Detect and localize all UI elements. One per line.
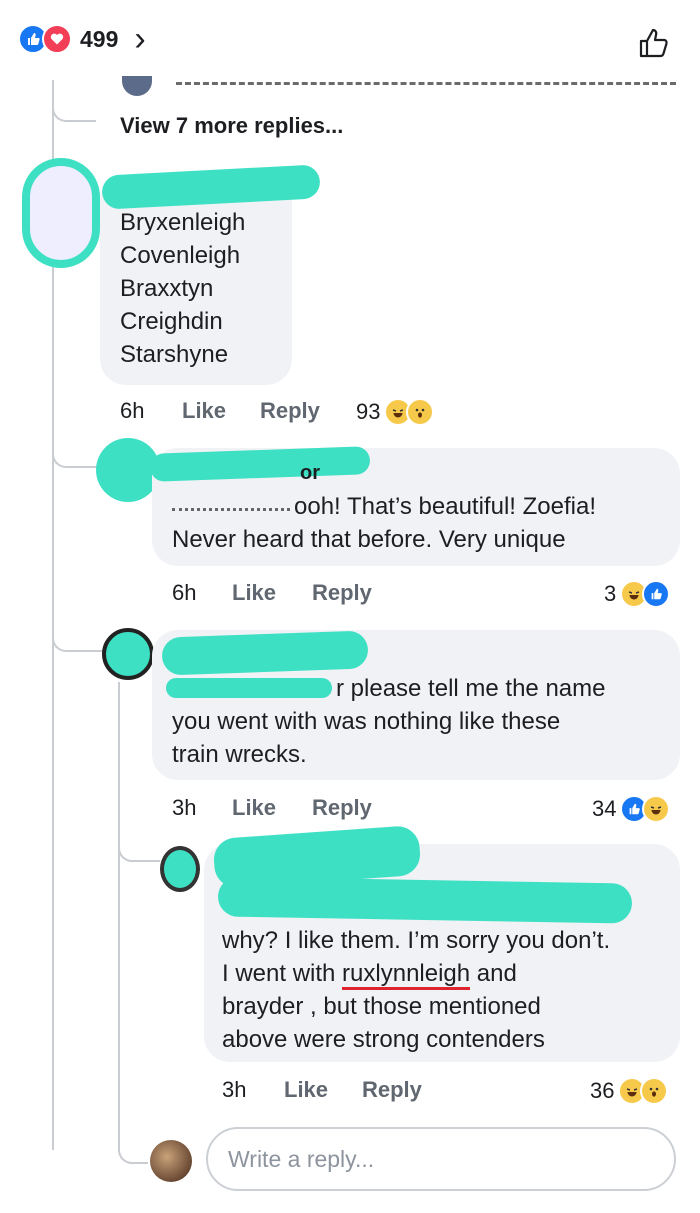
comment-time: 3h	[222, 1077, 247, 1102]
reply-input[interactable]: Write a reply...	[206, 1127, 676, 1191]
comment-time: 3h	[172, 795, 197, 820]
avatar[interactable]	[22, 158, 100, 268]
avatar[interactable]	[102, 628, 154, 680]
previous-reply-snippet	[176, 82, 676, 89]
comment-text: why? I like them. I’m sorry you don’t. I…	[222, 927, 611, 1053]
comment-text: ooh! That’s beautiful! Zoefia! Never hea…	[172, 493, 596, 553]
reaction-badge[interactable]: 3	[604, 580, 671, 608]
comment-text: Bryxenleigh Covenleigh Braxxtyn Creighdi…	[120, 209, 246, 368]
like-button[interactable]: Like	[182, 398, 226, 424]
redacted-name	[161, 630, 369, 676]
wow-emoji-icon	[640, 1077, 669, 1105]
thumbs-up-outline-icon[interactable]	[636, 26, 670, 65]
reaction-count: 34	[592, 796, 617, 821]
avatar[interactable]	[160, 846, 200, 892]
redacted-name	[217, 876, 633, 924]
reply-button[interactable]: Reply	[312, 580, 372, 606]
comment-time: 6h	[120, 398, 145, 423]
wow-emoji-icon	[406, 398, 435, 426]
reaction-badge[interactable]: 93	[356, 398, 435, 426]
thread-elbow	[118, 1132, 148, 1164]
comment-time: 6h	[172, 580, 197, 605]
like-emoji-icon	[642, 580, 671, 608]
reaction-count: 3	[604, 581, 617, 606]
reply-input-placeholder: Write a reply...	[228, 1145, 375, 1172]
reaction-badge[interactable]: 36	[590, 1077, 669, 1105]
reaction-count: 499	[80, 25, 119, 52]
reply-button[interactable]: Reply	[312, 795, 372, 821]
love-reaction-icon	[42, 24, 72, 54]
reply-button[interactable]: Reply	[362, 1077, 422, 1103]
reply-button[interactable]: Reply	[260, 398, 320, 424]
haha-emoji-icon	[642, 795, 671, 823]
like-button[interactable]: Like	[232, 580, 276, 606]
like-button[interactable]: Like	[232, 795, 276, 821]
chevron-right-icon[interactable]: ›	[134, 22, 145, 56]
thread-elbow	[118, 830, 160, 862]
underlined-name: ruxlynnleigh	[342, 960, 471, 990]
like-button[interactable]: Like	[284, 1077, 328, 1103]
reaction-badge[interactable]: 34	[592, 795, 671, 823]
reaction-count: 36	[590, 1078, 615, 1103]
commenter-name-fragment: or	[300, 462, 320, 484]
previous-reply-avatar	[122, 76, 152, 96]
comment-text: r please tell me the name you went with …	[172, 675, 606, 768]
thread-line-nested	[118, 682, 120, 1150]
view-more-replies-link[interactable]: View 7 more replies...	[120, 113, 343, 139]
reaction-summary[interactable]: 499 ›	[18, 22, 146, 56]
thread-elbow	[52, 100, 96, 122]
reaction-count: 93	[356, 399, 381, 424]
current-user-avatar	[150, 1140, 192, 1182]
